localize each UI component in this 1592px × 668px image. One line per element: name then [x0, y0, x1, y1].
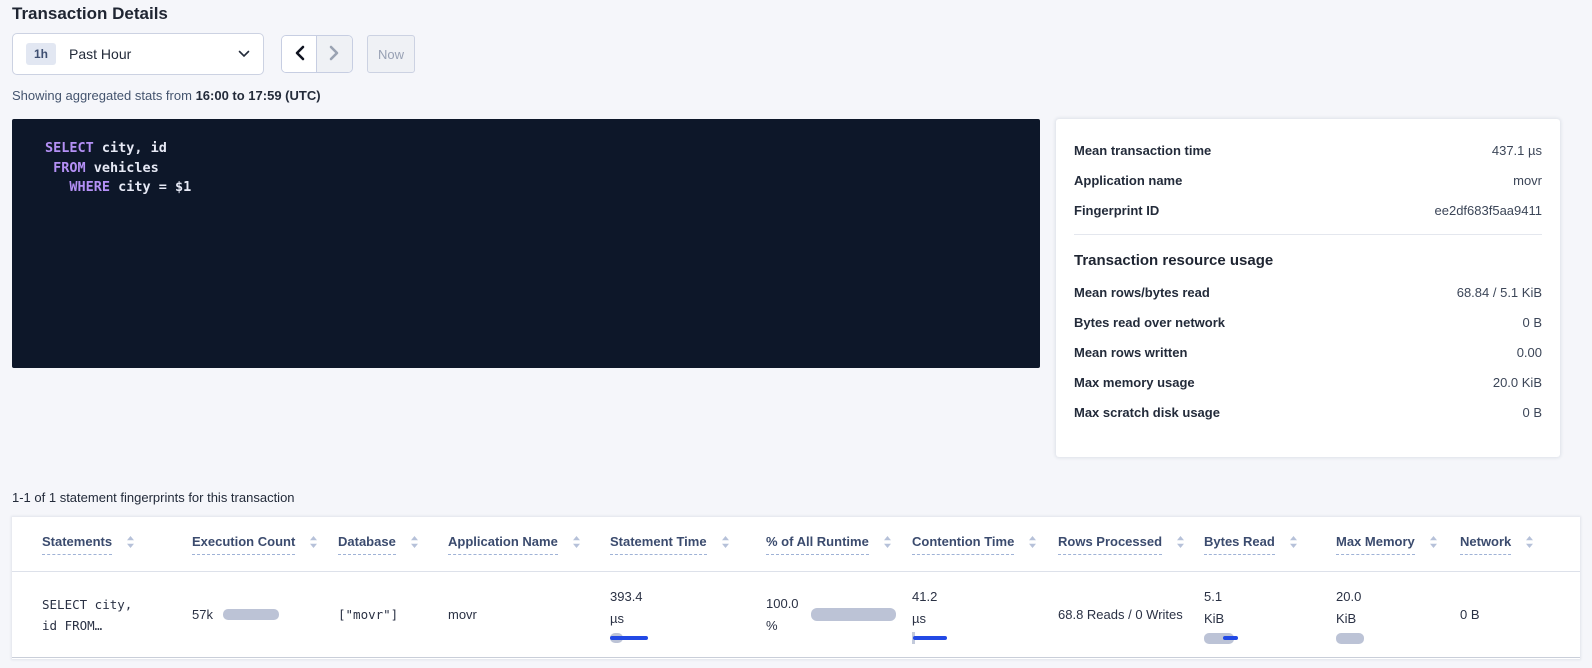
- sort-icon[interactable]: [309, 535, 318, 549]
- column-header-runtime-percent[interactable]: % of All Runtime: [766, 534, 912, 555]
- summary-row: Mean transaction time 437.1 µs: [1074, 135, 1542, 165]
- column-header-contention-time[interactable]: Contention Time: [912, 534, 1058, 555]
- sort-icon[interactable]: [410, 535, 419, 549]
- bytes-read-over-network-value: 0 B: [1522, 315, 1542, 330]
- max-memory-usage-value: 20.0 KiB: [1493, 375, 1542, 390]
- column-header-network[interactable]: Network: [1460, 534, 1580, 555]
- summary-row: Mean rows written 0.00: [1074, 337, 1542, 367]
- mean-rows-written-value: 0.00: [1517, 345, 1542, 360]
- sql-statement-box: SELECT city, id FROM vehicles WHERE city…: [12, 119, 1040, 368]
- column-header-rows-processed[interactable]: Rows Processed: [1058, 534, 1204, 555]
- sort-icon[interactable]: [1525, 535, 1534, 549]
- runtime-percent-cell: 100.0 %: [766, 593, 912, 637]
- contention-time-bar: [912, 633, 952, 644]
- summary-row: Application name movr: [1074, 165, 1542, 195]
- sort-icon[interactable]: [883, 535, 892, 549]
- column-header-execution-count[interactable]: Execution Count: [192, 534, 338, 555]
- column-header-statements[interactable]: Statements: [42, 534, 192, 555]
- execution-count-bar: [223, 609, 279, 620]
- stats-time-range: 16:00 to 17:59 (UTC): [196, 88, 321, 103]
- application-name-value: movr: [1513, 173, 1542, 188]
- column-header-max-memory[interactable]: Max Memory: [1336, 534, 1460, 555]
- sql-code: SELECT city, id FROM vehicles WHERE city…: [45, 139, 1040, 198]
- summary-row: Bytes read over network 0 B: [1074, 307, 1542, 337]
- table-row: SELECT city, id FROM… 57k ["movr"] movr …: [12, 572, 1580, 658]
- chevron-left-icon: [294, 45, 305, 64]
- divider: [1074, 234, 1542, 235]
- chevron-down-icon: [238, 50, 250, 58]
- transaction-summary-panel: Mean transaction time 437.1 µs Applicati…: [1056, 119, 1560, 457]
- statement-fingerprints-count: 1-1 of 1 statement fingerprints for this…: [12, 490, 295, 505]
- column-header-statement-time[interactable]: Statement Time: [610, 534, 766, 555]
- contention-time-cell: 41.2 µs: [912, 586, 1058, 644]
- sort-icon[interactable]: [1028, 535, 1037, 549]
- time-step-group: [281, 35, 353, 73]
- max-memory-bar: [1336, 633, 1376, 644]
- time-range-select[interactable]: 1h Past Hour: [12, 33, 264, 75]
- column-header-database[interactable]: Database: [338, 534, 448, 555]
- statement-time-cell: 393.4 µs: [610, 586, 766, 644]
- statement-time-bar: [610, 633, 652, 644]
- now-button[interactable]: Now: [367, 35, 415, 73]
- max-memory-cell: 20.0 KiB: [1336, 586, 1460, 644]
- summary-row: Max memory usage 20.0 KiB: [1074, 367, 1542, 397]
- next-interval-button[interactable]: [317, 36, 352, 72]
- page-title: Transaction Details: [12, 4, 168, 24]
- time-controls: 1h Past Hour Now: [12, 33, 415, 75]
- resource-usage-heading: Transaction resource usage: [1074, 243, 1542, 277]
- column-header-bytes-read[interactable]: Bytes Read: [1204, 534, 1336, 555]
- summary-row: Mean rows/bytes read 68.84 / 5.1 KiB: [1074, 277, 1542, 307]
- sort-icon[interactable]: [1289, 535, 1298, 549]
- fingerprint-id-value: ee2df683f5aa9411: [1435, 203, 1542, 218]
- database-cell: ["movr"]: [338, 607, 448, 622]
- sort-icon[interactable]: [1176, 535, 1185, 549]
- bytes-read-cell: 5.1 KiB: [1204, 586, 1336, 644]
- network-cell: 0 B: [1460, 607, 1580, 622]
- application-name-cell: movr: [448, 607, 610, 622]
- summary-row: Fingerprint ID ee2df683f5aa9411: [1074, 195, 1542, 225]
- max-scratch-disk-usage-value: 0 B: [1522, 405, 1542, 420]
- rows-processed-cell: 68.8 Reads / 0 Writes: [1058, 607, 1204, 622]
- column-header-application-name[interactable]: Application Name: [448, 534, 610, 555]
- mean-rows-bytes-read-value: 68.84 / 5.1 KiB: [1457, 285, 1542, 300]
- time-range-label: Past Hour: [69, 46, 131, 62]
- sort-icon[interactable]: [1429, 535, 1438, 549]
- summary-row: Max scratch disk usage 0 B: [1074, 397, 1542, 427]
- aggregated-stats-line: Showing aggregated stats from 16:00 to 1…: [12, 88, 321, 103]
- time-range-badge: 1h: [26, 43, 56, 65]
- mean-transaction-time-value: 437.1 µs: [1492, 143, 1542, 158]
- bytes-read-bar: [1204, 633, 1244, 644]
- execution-count-cell: 57k: [192, 607, 338, 622]
- table-header-row: Statements Execution Count Database Appl…: [12, 517, 1580, 572]
- sort-icon[interactable]: [721, 535, 730, 549]
- sort-icon[interactable]: [126, 535, 135, 549]
- statement-fingerprint-link[interactable]: SELECT city, id FROM…: [42, 594, 192, 636]
- statements-table: Statements Execution Count Database Appl…: [12, 517, 1580, 659]
- previous-interval-button[interactable]: [282, 36, 317, 72]
- chevron-right-icon: [329, 45, 340, 64]
- runtime-percent-bar: [811, 608, 896, 621]
- sort-icon[interactable]: [572, 535, 581, 549]
